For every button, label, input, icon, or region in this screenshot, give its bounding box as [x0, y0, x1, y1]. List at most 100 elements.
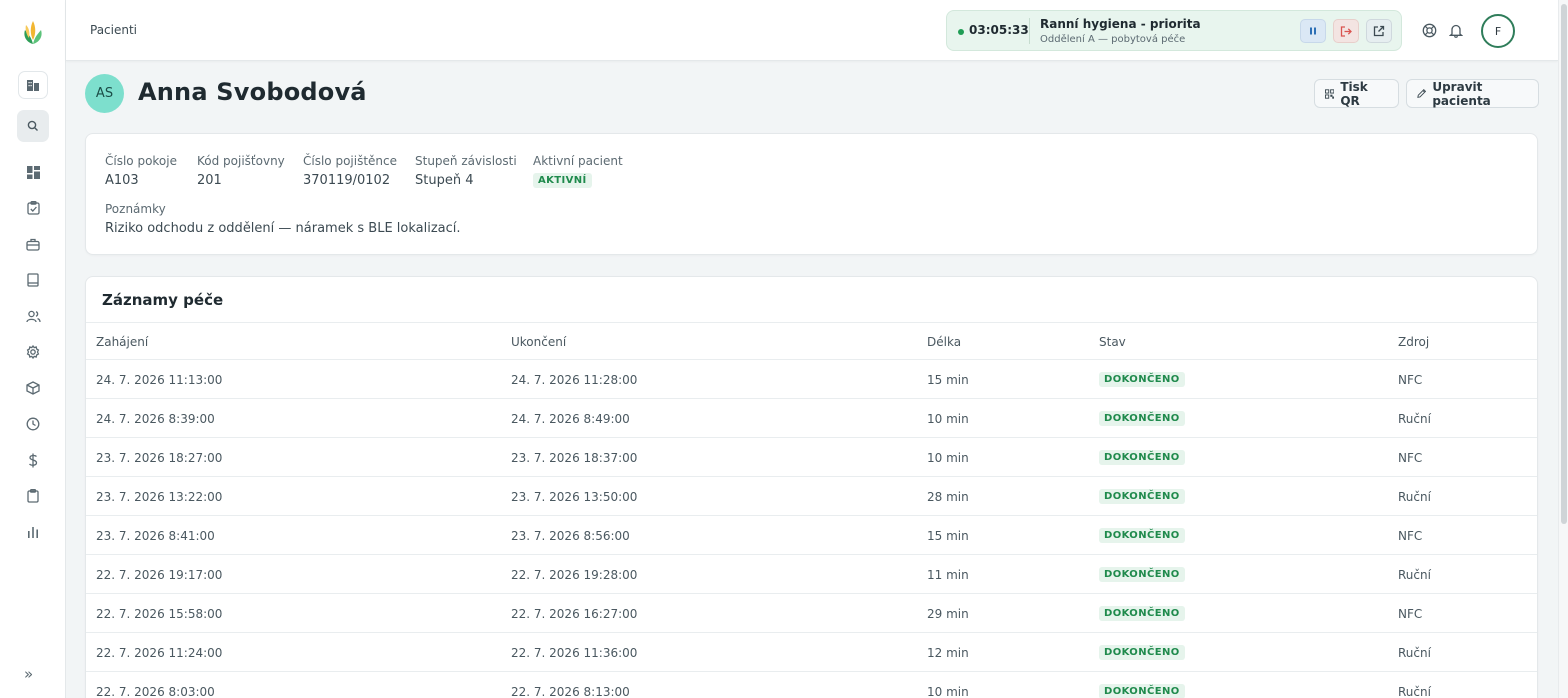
table-row[interactable]: 23. 7. 2026 13:22:00 23. 7. 2026 13:50:00… — [86, 477, 1537, 516]
cell-status: DOKONČENO — [1099, 527, 1185, 543]
open-task-button[interactable] — [1366, 19, 1392, 43]
cell-start: 22. 7. 2026 19:17:00 — [96, 568, 223, 582]
cell-duration: 15 min — [927, 529, 969, 543]
cell-duration: 15 min — [927, 373, 969, 387]
status-badge: DOKONČENO — [1099, 684, 1185, 698]
column-header-start[interactable]: Zahájení — [96, 335, 148, 349]
status-badge: DOKONČENO — [1099, 567, 1185, 582]
status-badge: DOKONČENO — [1099, 528, 1185, 543]
clipboard-check-icon[interactable] — [24, 199, 42, 217]
column-header-end[interactable]: Ukončení — [511, 335, 566, 349]
field-value: 201 — [197, 173, 222, 188]
box-icon[interactable] — [24, 379, 42, 397]
dependency-level-field: Stupeň závislosti Stupeň 4 — [415, 154, 517, 188]
cell-source: Ruční — [1398, 568, 1431, 582]
active-task-timer: 03:05:33 Ranní hygiena - priorita Odděle… — [946, 10, 1402, 51]
care-records-table: Zahájení Ukončení Délka Stav Zdroj 24. 7… — [86, 322, 1537, 698]
dashboard-icon[interactable] — [24, 163, 42, 181]
help-lifebuoy-icon[interactable] — [1420, 21, 1438, 39]
cell-end: 23. 7. 2026 18:37:00 — [511, 451, 638, 465]
pencil-icon — [1417, 89, 1427, 98]
clipboard-icon[interactable] — [24, 487, 42, 505]
field-value: Stupeň 4 — [415, 173, 474, 188]
cell-end: 23. 7. 2026 13:50:00 — [511, 490, 638, 504]
cell-status: DOKONČENO — [1099, 371, 1185, 387]
page-scrollbar[interactable] — [1558, 0, 1568, 698]
field-label: Stupeň závislosti — [415, 154, 517, 168]
users-icon[interactable] — [24, 307, 42, 325]
bell-icon[interactable] — [1447, 21, 1465, 39]
notes-text: Riziko odchodu z oddělení — náramek s BL… — [105, 221, 461, 236]
expand-sidebar-button[interactable]: » — [24, 665, 33, 683]
clock-icon[interactable] — [24, 415, 42, 433]
status-badge: DOKONČENO — [1099, 372, 1185, 387]
cell-start: 23. 7. 2026 18:27:00 — [96, 451, 223, 465]
timer-task-title: Ranní hygiena - priorita — [1040, 17, 1201, 31]
table-row[interactable]: 22. 7. 2026 11:24:00 22. 7. 2026 11:36:00… — [86, 633, 1537, 672]
end-task-button[interactable] — [1333, 19, 1359, 43]
table-row[interactable]: 22. 7. 2026 15:58:00 22. 7. 2026 16:27:00… — [86, 594, 1537, 633]
cell-end: 22. 7. 2026 11:36:00 — [511, 646, 638, 660]
print-qr-button[interactable]: Tisk QR — [1314, 79, 1399, 108]
cell-source: NFC — [1398, 373, 1423, 387]
print-qr-label: Tisk QR — [1340, 79, 1368, 108]
table-row[interactable]: 23. 7. 2026 8:41:00 23. 7. 2026 8:56:00 15… — [86, 516, 1537, 555]
buildings-icon[interactable] — [18, 71, 48, 99]
notes-section: Poznámky Riziko odchodu z oddělení — nár… — [105, 202, 461, 236]
briefcase-icon[interactable] — [24, 235, 42, 253]
table-row[interactable]: 22. 7. 2026 8:03:00 22. 7. 2026 8:13:00 10… — [86, 672, 1537, 698]
page-title: Anna Svobodová — [138, 78, 367, 106]
pause-icon — [1310, 27, 1316, 35]
sidebar: » — [0, 0, 66, 698]
timer-elapsed: 03:05:33 — [969, 23, 1029, 37]
cell-duration: 29 min — [927, 607, 969, 621]
dollar-icon[interactable] — [24, 451, 42, 469]
table-row[interactable]: 24. 7. 2026 11:13:00 24. 7. 2026 11:28:00… — [86, 360, 1537, 399]
cell-duration: 28 min — [927, 490, 969, 504]
table-row[interactable]: 24. 7. 2026 8:39:00 24. 7. 2026 8:49:00 10… — [86, 399, 1537, 438]
table-header: Zahájení Ukončení Délka Stav Zdroj — [86, 322, 1537, 360]
table-row[interactable]: 22. 7. 2026 19:17:00 22. 7. 2026 19:28:00… — [86, 555, 1537, 594]
active-patient-field: Aktivní pacient AKTIVNÍ — [533, 154, 623, 188]
qr-code-icon — [1325, 88, 1335, 99]
cell-status: DOKONČENO — [1099, 566, 1185, 582]
search-icon[interactable] — [17, 110, 49, 142]
field-value: A103 — [105, 173, 139, 188]
field-value: 370119/0102 — [303, 173, 391, 188]
cell-end: 24. 7. 2026 8:49:00 — [511, 412, 630, 426]
field-label: Číslo pokoje — [105, 154, 177, 168]
edit-patient-button[interactable]: Upravit pacienta — [1406, 79, 1539, 108]
cell-end: 23. 7. 2026 8:56:00 — [511, 529, 630, 543]
field-value-wrapper: AKTIVNÍ — [533, 172, 623, 188]
status-badge: DOKONČENO — [1099, 411, 1185, 426]
insurer-code-field: Kód pojišťovny 201 — [197, 154, 285, 188]
cell-status: DOKONČENO — [1099, 605, 1185, 621]
exit-icon — [1340, 25, 1352, 37]
book-icon[interactable] — [24, 271, 42, 289]
pause-button[interactable] — [1300, 19, 1326, 43]
bar-chart-icon[interactable] — [24, 523, 42, 541]
cell-end: 22. 7. 2026 16:27:00 — [511, 607, 638, 621]
user-avatar[interactable]: F — [1481, 14, 1515, 48]
gear-icon[interactable] — [24, 343, 42, 361]
care-records-card: Záznamy péče Zahájení Ukončení Délka Sta… — [85, 276, 1538, 698]
cell-source: Ruční — [1398, 646, 1431, 660]
cell-duration: 10 min — [927, 685, 969, 698]
app-logo[interactable] — [20, 18, 46, 46]
cell-end: 24. 7. 2026 11:28:00 — [511, 373, 638, 387]
timer-divider — [1029, 18, 1030, 44]
status-badge: DOKONČENO — [1099, 606, 1185, 621]
scrollbar-thumb[interactable] — [1561, 4, 1567, 524]
column-header-source[interactable]: Zdroj — [1398, 335, 1429, 349]
breadcrumb[interactable]: Pacienti — [90, 23, 137, 37]
table-row[interactable]: 23. 7. 2026 18:27:00 23. 7. 2026 18:37:00… — [86, 438, 1537, 477]
column-header-duration[interactable]: Délka — [927, 335, 961, 349]
column-header-status[interactable]: Stav — [1099, 335, 1126, 349]
external-link-icon — [1373, 25, 1385, 37]
edit-patient-label: Upravit pacienta — [1432, 79, 1491, 108]
cell-start: 24. 7. 2026 8:39:00 — [96, 412, 215, 426]
cell-source: NFC — [1398, 529, 1423, 543]
cell-start: 22. 7. 2026 8:03:00 — [96, 685, 215, 698]
cell-source: NFC — [1398, 607, 1423, 621]
patient-avatar: AS — [85, 74, 124, 113]
